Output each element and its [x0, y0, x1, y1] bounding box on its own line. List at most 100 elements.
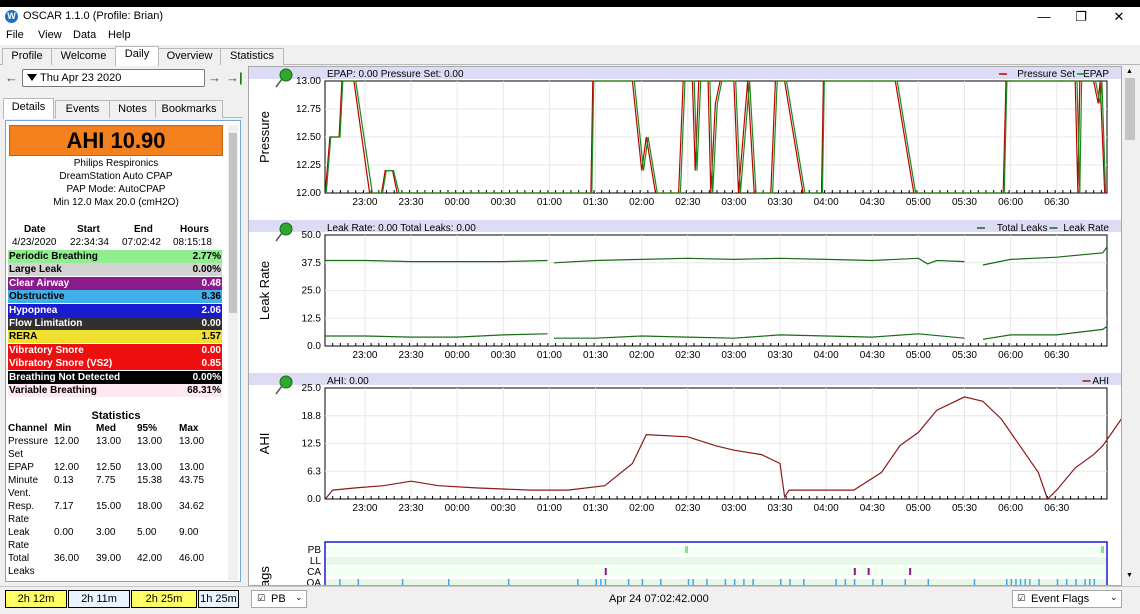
event-value: 2.77% — [192, 251, 221, 262]
x-tick-label: 04:00 — [814, 503, 839, 514]
checkbox-icon[interactable]: ☑ — [1017, 593, 1025, 604]
event-row[interactable]: RERA 1.57 — [8, 330, 222, 344]
flag-oa-mark — [641, 579, 644, 585]
pressure-range: Min 12.0 Max 20.0 (cmH2O) — [53, 197, 179, 208]
legend-label: EPAP — [1083, 69, 1109, 80]
scroll-up-icon[interactable]: ▲ — [1126, 68, 1133, 75]
ahi-graph-header-text: AHI: 0.00 — [327, 376, 369, 387]
event-row[interactable]: Vibratory Snore (VS2) 0.85 — [8, 357, 222, 371]
x-tick-label: 23:00 — [352, 350, 377, 361]
menu-view[interactable]: View — [38, 29, 62, 41]
event-name: Vibratory Snore — [9, 344, 84, 356]
jump-to-end-icon[interactable]: →| — [226, 70, 243, 85]
flag-pb-mark — [685, 546, 689, 553]
event-name: Variable Breathing — [9, 385, 97, 396]
flag-oa-mark — [1038, 579, 1040, 585]
scroll-down-icon[interactable]: ▼ — [1126, 572, 1133, 579]
details-scrollbar[interactable] — [228, 125, 238, 580]
event-row[interactable]: Breathing Not Detected 0.00% — [8, 370, 222, 384]
flag-ca-mark — [909, 568, 912, 575]
details-scroll-thumb[interactable] — [229, 133, 237, 313]
x-tick-label: 04:30 — [860, 350, 885, 361]
cursor-time: Apr 24 07:02:42.000 — [609, 593, 709, 605]
stat-med: 7.75 — [96, 475, 116, 486]
y-tick-label: 25.0 — [302, 286, 322, 297]
stat-channel: Leaks — [8, 566, 35, 577]
stat-max: 34.62 — [179, 501, 205, 512]
arrow-right-icon[interactable]: → — [208, 70, 221, 85]
stat-max: 46.00 — [179, 553, 205, 564]
flag-oa-mark — [507, 579, 510, 585]
stat-95: 13.00 — [137, 436, 163, 447]
duration-badge: 2h 25m — [131, 590, 197, 608]
stat-min: 12.00 — [54, 462, 80, 473]
tab-details[interactable]: Details — [3, 98, 54, 119]
pb-label: PB — [271, 593, 286, 605]
flag-row-label: OA — [307, 578, 322, 585]
tab-events[interactable]: Events — [55, 100, 110, 118]
tab-daily[interactable]: Daily — [115, 46, 159, 66]
x-tick-label: 00:30 — [491, 503, 516, 514]
x-tick-label: 01:30 — [583, 197, 608, 208]
legend-label: Pressure Set — [1017, 69, 1075, 80]
event-row[interactable]: Flow Limitation 0.00 — [8, 317, 222, 330]
event-value: 68.31% — [187, 385, 221, 396]
menu-data[interactable]: Data — [73, 29, 96, 41]
event-flags-dropdown[interactable]: ☑ Event Flags ⌄ — [1012, 590, 1122, 608]
stat-channel: Minute — [8, 475, 39, 486]
event-row[interactable]: Obstructive 8.36 — [8, 290, 222, 304]
chevron-down-icon[interactable]: ⌄ — [1110, 592, 1118, 603]
flag-oa-mark — [904, 579, 907, 585]
device-model: DreamStation Auto CPAP — [59, 171, 173, 182]
date-selector[interactable]: Thu Apr 23 2020 — [22, 69, 205, 87]
stat-channel: Total — [8, 553, 30, 564]
flag-ca-mark — [867, 568, 870, 575]
session-hours: 08:15:18 — [173, 237, 212, 248]
graph-scroll-thumb[interactable] — [1125, 78, 1135, 140]
chevron-down-icon[interactable]: ⌄ — [295, 592, 303, 603]
flag-oa-mark — [1010, 579, 1013, 585]
flag-row-label: CA — [307, 567, 321, 578]
legend-label: AHI — [1092, 376, 1109, 387]
flag-oa-mark — [1015, 579, 1017, 585]
duration-badge: 2h 11m — [68, 590, 130, 608]
event-row[interactable]: Vibratory Snore 0.00 — [8, 343, 222, 357]
event-value: 0.00% — [192, 371, 221, 383]
event-row[interactable]: Clear Airway 0.48 — [8, 276, 222, 290]
x-tick-label: 02:00 — [629, 197, 654, 208]
stat-95: 42.00 — [137, 553, 163, 564]
session-end: 07:02:42 — [122, 237, 161, 248]
event-row[interactable]: Large Leak 0.00% — [8, 263, 222, 277]
x-tick-label: 01:30 — [583, 350, 608, 361]
x-tick-label: 04:30 — [860, 503, 885, 514]
x-tick-label: 01:00 — [537, 503, 562, 514]
x-tick-label: 02:30 — [675, 197, 700, 208]
menu-help[interactable]: Help — [108, 29, 131, 41]
graph-scrollbar[interactable]: ▲ ▼ — [1123, 66, 1137, 586]
menu-file[interactable]: File — [6, 29, 24, 41]
tab-welcome[interactable]: Welcome — [51, 48, 116, 65]
tab-overview[interactable]: Overview — [158, 48, 221, 65]
tab-statistics[interactable]: Statistics — [220, 48, 284, 65]
y-tick-label: 18.8 — [302, 411, 322, 422]
flag-pb-mark — [1101, 546, 1105, 553]
y-tick-label: 12.5 — [302, 313, 322, 324]
tab-profile[interactable]: Profile — [2, 48, 52, 65]
event-row[interactable]: Variable Breathing 68.31% — [8, 384, 222, 397]
flag-oa-mark — [1019, 579, 1022, 585]
pb-dropdown[interactable]: ☑ PB ⌄ — [251, 590, 307, 608]
arrow-left-icon[interactable]: ← — [5, 70, 18, 85]
minimize-icon[interactable]: — — [1027, 7, 1061, 27]
event-row[interactable]: Periodic Breathing 2.77% — [8, 250, 222, 263]
x-tick-label: 06:00 — [998, 350, 1023, 361]
close-icon[interactable]: ✕ — [1102, 7, 1136, 27]
tab-notes[interactable]: Notes — [109, 100, 156, 118]
dropdown-triangle-icon[interactable] — [27, 74, 37, 81]
flag-oa-mark — [1056, 579, 1059, 585]
event-row[interactable]: Hypopnea 2.06 — [8, 303, 222, 317]
tab-bookmarks[interactable]: Bookmarks — [155, 100, 223, 118]
oscar-app-icon: W — [5, 10, 18, 23]
checkbox-icon[interactable]: ☑ — [257, 593, 265, 604]
event-value: 0.85 — [201, 358, 221, 370]
restore-icon[interactable]: ❐ — [1064, 7, 1098, 27]
